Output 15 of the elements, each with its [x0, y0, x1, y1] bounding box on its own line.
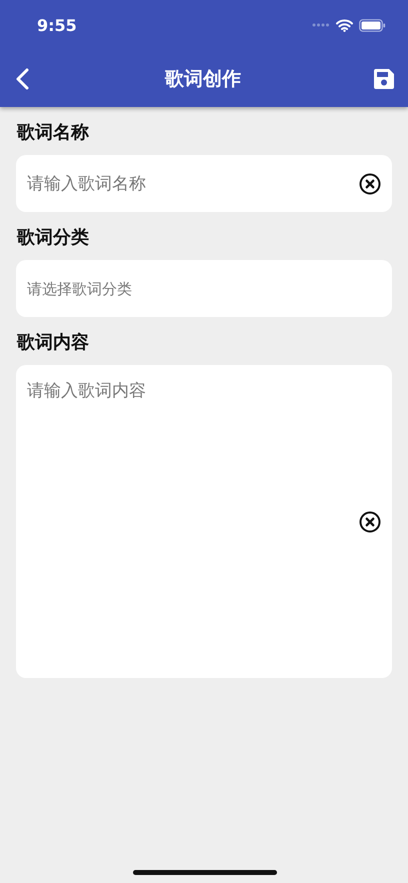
clear-icon[interactable] [359, 510, 381, 532]
category-select-field[interactable]: 请选择歌词分类 [16, 260, 392, 317]
field-label: 歌词内容 [17, 331, 90, 355]
field-label: 歌词名称 [17, 121, 90, 145]
text-input-field[interactable]: 请输入歌词名称 [16, 155, 392, 212]
signal-icon [312, 23, 330, 27]
battery-icon [359, 18, 386, 32]
status-time: 9:55 [37, 16, 78, 34]
name-input[interactable]: 请输入歌词名称 [27, 174, 353, 194]
category-input[interactable]: 请选择歌词分类 [27, 280, 381, 298]
page-title: 歌词创作 [165, 66, 241, 92]
wifi-icon [336, 18, 353, 32]
field-label: 歌词分类 [17, 226, 90, 250]
clear-icon[interactable] [359, 172, 381, 194]
save-button[interactable] [374, 68, 394, 88]
